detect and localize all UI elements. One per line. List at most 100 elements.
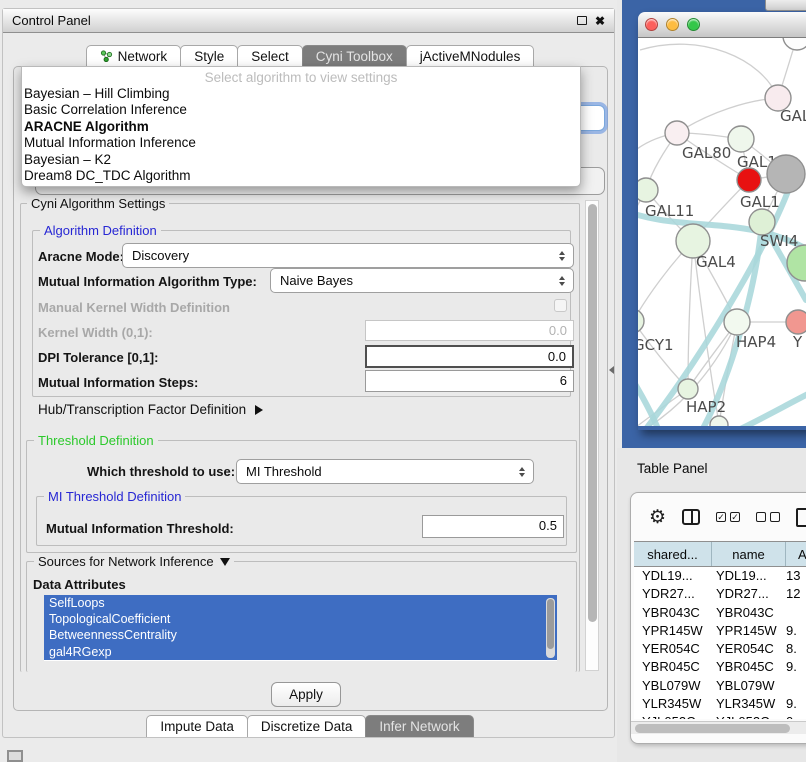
new-table-icon[interactable] (796, 508, 806, 527)
network-window-titlebar[interactable] (638, 12, 806, 38)
column-layout-icon[interactable] (682, 509, 700, 525)
mi-algorithm-type-select[interactable]: Naive Bayes (270, 268, 574, 293)
mi-threshold-label: Mutual Information Threshold: (46, 521, 234, 536)
network-node-y[interactable] (786, 310, 806, 334)
expand-arrow-icon (255, 405, 263, 415)
float-window-icon[interactable] (577, 16, 587, 25)
dpi-tolerance-input[interactable]: 0.0 (365, 345, 574, 368)
aracne-mode-select[interactable]: Discovery (122, 243, 574, 268)
table-cell: YER054C (634, 640, 712, 658)
control-panel-titlebar: Control Panel (3, 9, 614, 33)
table-row[interactable]: YDL19...YDL19...13 (634, 567, 806, 585)
data-attributes-list[interactable]: SelfLoopsTopologicalCoefficientBetweenne… (44, 595, 557, 661)
algorithm-option-mutual-information-inference[interactable]: Mutual Information Inference (22, 135, 580, 151)
table-row[interactable]: YLR345WYLR345W9. (634, 695, 806, 713)
column-header-a[interactable]: A (786, 542, 806, 566)
mac-zoom-button[interactable] (687, 18, 700, 31)
mac-minimize-button[interactable] (666, 18, 679, 31)
table-row[interactable]: YBL079WYBL079W (634, 677, 806, 695)
column-header-name[interactable]: name (712, 542, 786, 566)
table-cell: 9. (786, 695, 806, 713)
algorithm-definition-title: Algorithm Definition (40, 223, 161, 238)
tab-impute-data[interactable]: Impute Data (146, 715, 248, 737)
algorithm-option-dream8-dc-tdc-algorithm[interactable]: Dream8 DC_TDC Algorithm (22, 168, 580, 184)
dropdown-prompt: Select algorithm to view settings (22, 69, 580, 86)
table-cell: 12 (786, 585, 806, 603)
which-threshold-select[interactable]: MI Threshold (236, 459, 534, 484)
apply-button[interactable]: Apply (271, 682, 341, 707)
background-window-corner (765, 0, 806, 11)
network-node-gal1[interactable] (737, 168, 761, 192)
aracne-mode-value: Discovery (132, 248, 189, 263)
hub-definition-expander[interactable]: Hub/Transcription Factor Definition (38, 402, 263, 417)
settings-scrollbar-thumb[interactable] (588, 204, 597, 622)
table-cell: YBR043C (712, 604, 786, 622)
algorithm-option-bayesian-k2[interactable]: Bayesian – K2 (22, 152, 580, 168)
mac-close-button[interactable] (645, 18, 658, 31)
settings-scrollbar[interactable] (585, 200, 599, 671)
network-node-gal10[interactable] (728, 126, 754, 152)
hub-definition-label: Hub/Transcription Factor Definition (38, 402, 246, 417)
data-attribute-item[interactable]: BetweennessCentrality (44, 627, 557, 643)
network-node-gcy1[interactable] (638, 309, 644, 333)
table-cell: YLR345W (634, 695, 712, 713)
table-cell: 13 (786, 567, 806, 585)
table-row[interactable]: YDR27...YDR27...12 (634, 585, 806, 603)
network-node[interactable] (783, 38, 806, 50)
data-attribute-item[interactable]: SelfLoops (44, 595, 557, 611)
tab-network[interactable]: Network (86, 45, 182, 67)
sources-group-title[interactable]: Sources for Network Inference (34, 554, 234, 569)
manual-kernel-width-checkbox[interactable] (554, 299, 567, 312)
attributes-scrollbar[interactable] (546, 598, 555, 658)
network-node[interactable] (767, 155, 805, 193)
network-node-label: HAP2 (686, 398, 726, 416)
tab-jactivemnodules[interactable]: jActiveMNodules (406, 45, 535, 67)
tab-label: jActiveMNodules (420, 49, 521, 64)
deselect-all-icon[interactable] (756, 512, 780, 522)
table-body: YDL19...YDL19...13YDR27...YDR27...12YBR0… (634, 567, 806, 719)
tab-infer-network[interactable]: Infer Network (365, 715, 473, 737)
mi-algorithm-type-value: Naive Bayes (280, 273, 353, 288)
settings-gear-icon[interactable] (649, 506, 666, 529)
network-canvas[interactable]: GALGAL80GAL10GAL1GAL11SWI4GAL4GCY1HAP4YH… (638, 38, 806, 426)
network-view-window: GALGAL80GAL10GAL1GAL11SWI4GAL4GCY1HAP4YH… (638, 12, 806, 430)
which-threshold-label: Which threshold to use: (87, 464, 235, 479)
dock-panel-icon[interactable] (7, 750, 23, 762)
table-horizontal-scrollbar[interactable] (631, 721, 806, 734)
tab-cyni-toolbox[interactable]: Cyni Toolbox (302, 45, 407, 67)
select-all-icon[interactable] (716, 512, 740, 522)
algorithm-option-aracne-algorithm[interactable]: ARACNE Algorithm (22, 119, 580, 135)
tab-style[interactable]: Style (180, 45, 238, 67)
table-cell: 0. (786, 713, 806, 719)
network-node-gal80[interactable] (665, 121, 689, 145)
data-attribute-item[interactable]: TopologicalCoefficient (44, 611, 557, 627)
tab-label: Discretize Data (261, 719, 353, 734)
table-row[interactable]: YER054CYER054C8. (634, 640, 806, 658)
table-cell: 9. (786, 622, 806, 640)
table-row[interactable]: YBR043CYBR043C (634, 604, 806, 622)
table-row[interactable]: YBR045CYBR045C9. (634, 658, 806, 676)
network-node-gal11[interactable] (638, 178, 658, 202)
data-attribute-item[interactable]: gal4RGexp (44, 644, 557, 660)
algorithm-option-bayesian-hill-climbing[interactable]: Bayesian – Hill Climbing (22, 86, 580, 102)
table-cell: YJL052C (634, 713, 712, 719)
table-cell: YBR043C (634, 604, 712, 622)
network-node[interactable] (710, 416, 728, 426)
splitter-handle-icon[interactable] (609, 366, 614, 374)
table-row[interactable]: YJL052CYJL052C0. (634, 713, 806, 719)
table-row[interactable]: YPR145WYPR145W9. (634, 622, 806, 640)
table-cell: YDR27... (634, 585, 712, 603)
column-header-shared[interactable]: shared... (634, 542, 712, 566)
close-panel-icon[interactable] (595, 12, 605, 30)
table-hscroll-thumb[interactable] (635, 724, 790, 733)
network-node-label: SWI4 (760, 232, 798, 250)
tab-discretize-data[interactable]: Discretize Data (247, 715, 367, 737)
threshold-definition-title: Threshold Definition (34, 433, 158, 448)
mi-steps-input[interactable]: 6 (365, 370, 574, 392)
table-cell (786, 677, 806, 695)
tab-select[interactable]: Select (237, 45, 303, 67)
network-node-hap4[interactable] (724, 309, 750, 335)
network-node-hap2[interactable] (678, 379, 698, 399)
algorithm-option-basic-correlation-inference[interactable]: Basic Correlation Inference (22, 102, 580, 118)
mi-threshold-input[interactable]: 0.5 (422, 515, 564, 538)
